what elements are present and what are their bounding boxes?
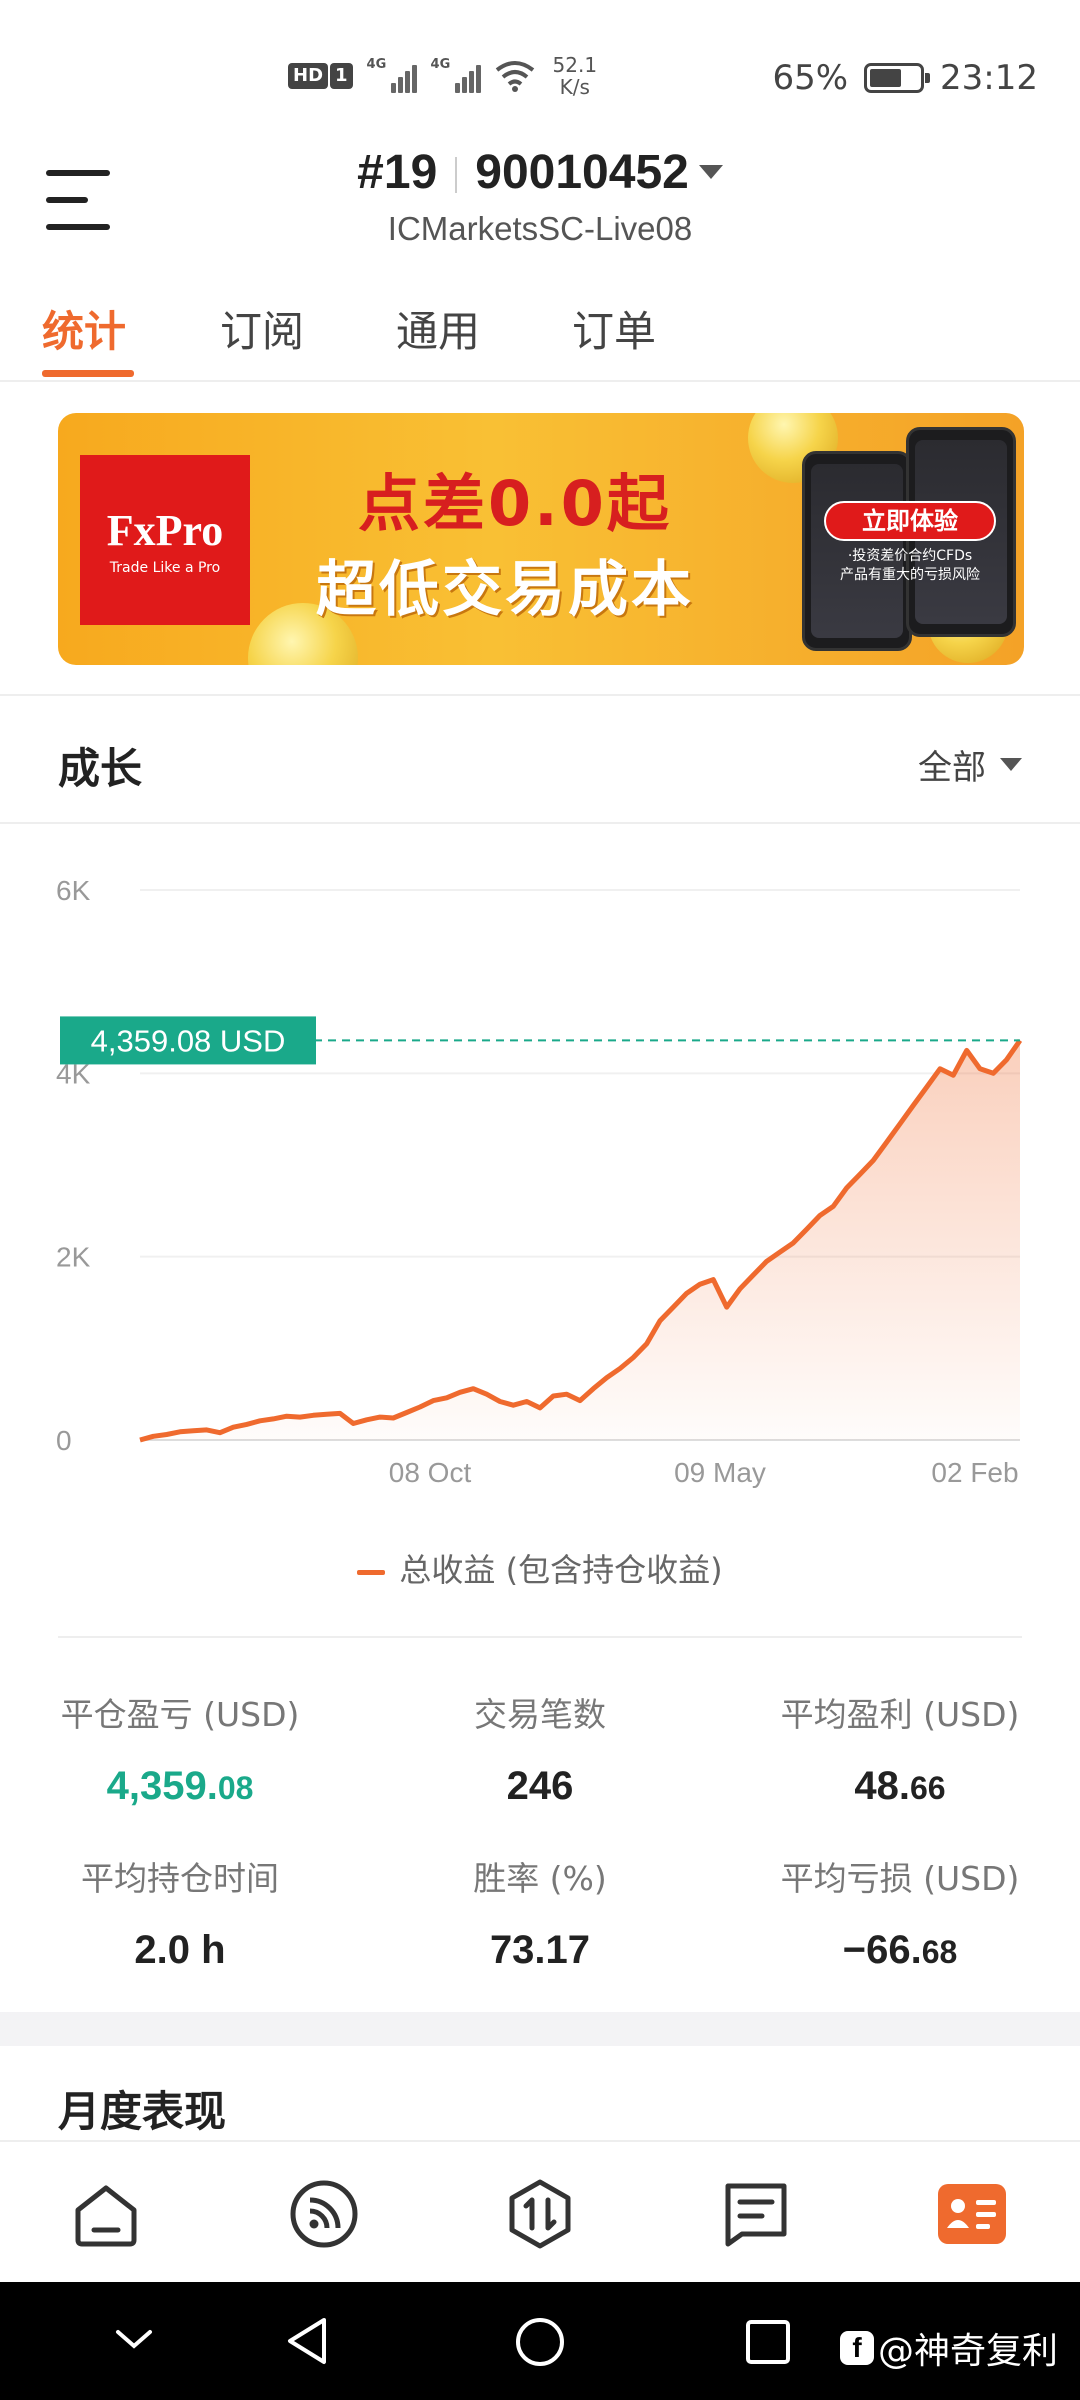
stat-label: 平仓盈亏 (USD) — [60, 1695, 300, 1734]
stat-value: 4,359.08 — [106, 1764, 254, 1808]
stat-value: 48.66 — [854, 1764, 946, 1808]
recents-icon[interactable] — [744, 2318, 792, 2366]
status-right: 65% 23:12 — [772, 58, 1038, 98]
status-bar: HD 1 4G 4G 52.1 K/s 65% 23:12 — [0, 0, 1080, 150]
x-tick-label: 09 May — [674, 1457, 766, 1488]
hd-badge: HD 1 — [288, 63, 353, 89]
battery-icon — [864, 63, 931, 93]
network-gen-label: 4G — [366, 57, 387, 72]
active-tab-indicator — [42, 370, 134, 377]
back-icon[interactable] — [282, 2314, 332, 2368]
banner-subheadline: 超低交易成本 — [316, 555, 694, 625]
risk-note-line2: 产品有重大的亏损风险 — [840, 567, 980, 583]
stat-value: −66.68 — [842, 1928, 958, 1972]
stat-value: 73.17 — [489, 1928, 591, 1972]
banner-risk-note: ·投资差价合约CFDs 产品有重大的亏损风险 — [820, 547, 1000, 585]
battery-percent: 65% — [772, 58, 849, 98]
divider — [0, 822, 1080, 824]
signal-icon-2: 4G — [430, 57, 481, 93]
account-number: 90010452 — [475, 146, 689, 199]
network-gen-label-2: 4G — [430, 57, 451, 72]
clock: 23:12 — [940, 58, 1038, 98]
home-icon[interactable] — [70, 2178, 142, 2250]
fxpro-logo: FxPro Trade Like a Pro — [80, 455, 250, 625]
banner-headline: 点差0.0起 — [358, 467, 672, 540]
monthly-performance-title: 月度表现 — [58, 2087, 227, 2136]
growth-chart: 6K 4K 2K 0 08 Oct 09 May 02 Feb 4,359.08 USD — [0, 850, 1080, 1530]
battery-fill — [870, 69, 902, 87]
net-speed-unit: K/s — [559, 75, 590, 99]
y-tick-label: 0 — [56, 1425, 72, 1456]
tab-general[interactable]: 通用 — [396, 298, 480, 359]
range-value: 全部 — [918, 748, 986, 788]
risk-note-line1: ·投资差价合约CFDs — [847, 548, 973, 564]
tab-orders[interactable]: 订单 — [572, 298, 656, 359]
status-icons: HD 1 4G 4G 52.1 K/s — [288, 54, 597, 98]
stat-win-rate: 胜率 (%) 73.17 — [360, 1852, 720, 1973]
wifi-icon — [495, 61, 534, 92]
divider — [0, 694, 1080, 696]
stat-label: 平均亏损 (USD) — [780, 1859, 1020, 1898]
section-separator — [0, 2012, 1080, 2046]
net-speed-value: 52.1 — [552, 53, 598, 77]
brand-name: FxPro — [106, 505, 224, 555]
net-speed: 52.1 K/s — [553, 54, 598, 98]
y-tick-label: 2K — [56, 1242, 91, 1273]
stat-avg-profit: 平均盈利 (USD) 48.66 — [720, 1688, 1080, 1809]
x-tick-label: 08 Oct — [389, 1457, 472, 1488]
current-value-label: 4,359.08 USD — [91, 1023, 286, 1058]
facebook-icon: f — [839, 2331, 874, 2365]
brand-tagline: Trade Like a Pro — [109, 559, 221, 576]
home-circle-icon[interactable] — [514, 2316, 566, 2368]
y-tick-label: 6K — [56, 875, 91, 906]
growth-chart-svg: 6K4K2K008 Oct 09 May 02 Feb4,359.08 USD — [56, 875, 1023, 1488]
sim-label: 1 — [330, 63, 353, 89]
tab-bar: 统计 订阅 通用 订单 — [0, 270, 1080, 382]
stat-closed-pnl: 平仓盈亏 (USD) 4,359.08 — [0, 1688, 360, 1809]
rank-label: #19 — [357, 146, 438, 199]
server-name: ICMarketsSC-Live08 — [387, 210, 693, 247]
stat-label: 交易笔数 — [474, 1695, 606, 1734]
caret-down-icon — [698, 165, 723, 180]
bottom-nav — [0, 2140, 1080, 2282]
legend-label: 总收益 (包含持仓收益) — [399, 1551, 723, 1589]
growth-title: 成长 — [58, 744, 143, 793]
profile-icon[interactable] — [936, 2178, 1008, 2250]
stat-value: 246 — [506, 1764, 574, 1808]
x-tick-label: 02 Feb — [931, 1457, 1018, 1488]
feed-icon[interactable] — [288, 2178, 360, 2250]
stat-value: 2.0 h — [134, 1928, 226, 1972]
divider — [58, 1636, 1022, 1638]
tab-statistics[interactable]: 统计 — [42, 298, 126, 359]
stat-label: 平均持仓时间 — [81, 1859, 279, 1898]
stat-avg-loss: 平均亏损 (USD) −66.68 — [720, 1852, 1080, 1973]
stat-trade-count: 交易笔数 246 — [360, 1688, 720, 1809]
ad-banner[interactable]: FxPro Trade Like a Pro 点差0.0起 超低交易成本 立即体… — [58, 413, 1024, 665]
watermark: f @神奇复利 — [839, 2322, 1058, 2374]
hd-label: HD — [288, 63, 329, 89]
legend-swatch — [357, 1569, 386, 1575]
tab-subscribe[interactable]: 订阅 — [220, 298, 304, 359]
account-selector[interactable]: #19 90010452 — [0, 145, 1080, 200]
chevron-down-icon[interactable] — [112, 2324, 156, 2354]
series-area — [140, 1040, 1020, 1440]
stat-label: 胜率 (%) — [473, 1859, 607, 1898]
signal-icon: 4G — [366, 57, 417, 93]
chart-legend: 总收益 (包含持仓收益) — [0, 1545, 1080, 1591]
news-icon[interactable] — [720, 2178, 792, 2250]
app-header: #19 90010452 ICMarketsSC-Live08 — [0, 140, 1080, 270]
caret-down-icon — [1000, 758, 1022, 771]
banner-cta-button[interactable]: 立即体验 — [824, 501, 996, 541]
system-nav-bar: f @神奇复利 — [0, 2282, 1080, 2400]
range-dropdown[interactable]: 全部 — [918, 740, 1022, 789]
trade-icon[interactable] — [504, 2178, 576, 2250]
stat-label: 平均盈利 (USD) — [780, 1695, 1020, 1734]
stat-avg-hold-time: 平均持仓时间 2.0 h — [0, 1852, 360, 1973]
watermark-text: @神奇复利 — [877, 2331, 1058, 2372]
